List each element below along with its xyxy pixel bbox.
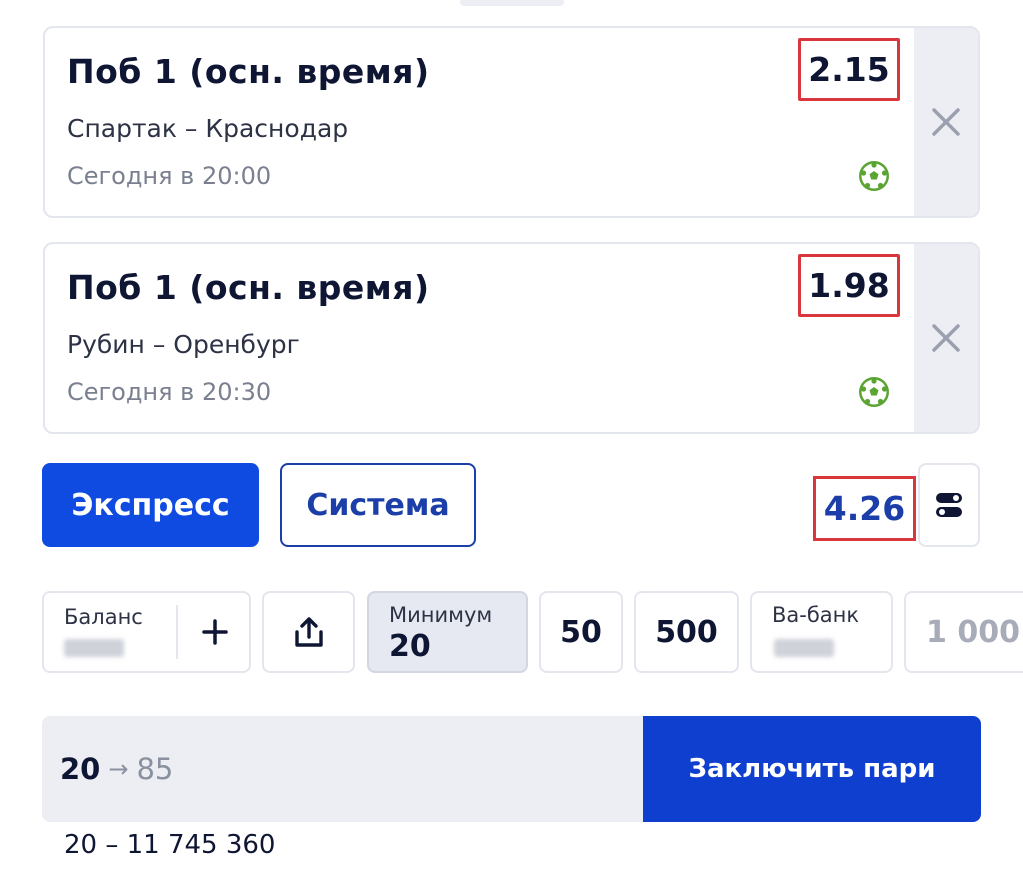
stake-chip-50[interactable]: 50	[539, 591, 623, 673]
place-bet-button[interactable]: Заключить пари	[643, 716, 981, 822]
all-in-value-hidden	[774, 639, 834, 657]
remove-bet-button[interactable]	[914, 28, 978, 216]
bet-card: Поб 1 (осн. время) 1.98 Рубин – Оренбург…	[43, 242, 980, 434]
bet-outcome: Поб 1 (осн. время)	[67, 268, 430, 307]
remove-bet-button[interactable]	[914, 244, 978, 432]
close-icon	[932, 324, 960, 352]
express-tab[interactable]: Экспресс	[42, 463, 259, 547]
balance-value-hidden	[64, 639, 124, 657]
all-in-chip[interactable]: Ва-банк	[750, 591, 893, 673]
football-icon	[859, 377, 889, 407]
share-button[interactable]	[262, 591, 355, 673]
bet-odds: 1.98	[798, 254, 900, 317]
total-odds: 4.26	[813, 476, 916, 541]
bet-card: Поб 1 (осн. время) 2.15 Спартак – Красно…	[43, 26, 980, 218]
all-in-label: Ва-банк	[772, 603, 860, 627]
stake-chip-label: 500	[655, 614, 718, 650]
stake-chip-label: 1 000	[926, 614, 1020, 650]
close-icon	[932, 108, 960, 136]
minimum-label: Минимум	[389, 603, 493, 627]
balance-chip: Баланс	[42, 591, 251, 673]
stake-limits: 20 – 11 745 360	[64, 830, 276, 860]
share-icon	[294, 617, 323, 647]
stake-chip-label: 50	[560, 614, 602, 650]
bet-odds: 2.15	[798, 38, 900, 101]
balance-label: Баланс	[64, 605, 143, 629]
minimum-stake-chip[interactable]: Минимум 20	[367, 591, 528, 673]
potential-payout: 85	[136, 752, 174, 786]
arrow-right-icon: →	[108, 755, 129, 783]
minimum-value: 20	[389, 629, 431, 664]
stake-chip-500[interactable]: 500	[634, 591, 739, 673]
deposit-button[interactable]	[178, 593, 251, 671]
toggle-icon	[936, 493, 962, 517]
settings-toggle-button[interactable]	[918, 463, 980, 547]
plus-icon	[201, 619, 228, 645]
bet-time: Сегодня в 20:00	[67, 162, 272, 190]
bet-match[interactable]: Спартак – Краснодар	[67, 114, 348, 143]
stake-chip-1000[interactable]: 1 000	[904, 591, 1023, 673]
bet-outcome: Поб 1 (осн. время)	[67, 52, 430, 91]
bet-match[interactable]: Рубин – Оренбург	[67, 330, 300, 359]
bet-time: Сегодня в 20:30	[67, 378, 272, 406]
football-icon	[859, 161, 889, 191]
stake-amount: 20	[60, 752, 101, 786]
stake-input[interactable]: 20 → 85	[42, 716, 644, 822]
system-tab[interactable]: Система	[280, 463, 476, 547]
sheet-drag-handle[interactable]	[460, 0, 564, 6]
